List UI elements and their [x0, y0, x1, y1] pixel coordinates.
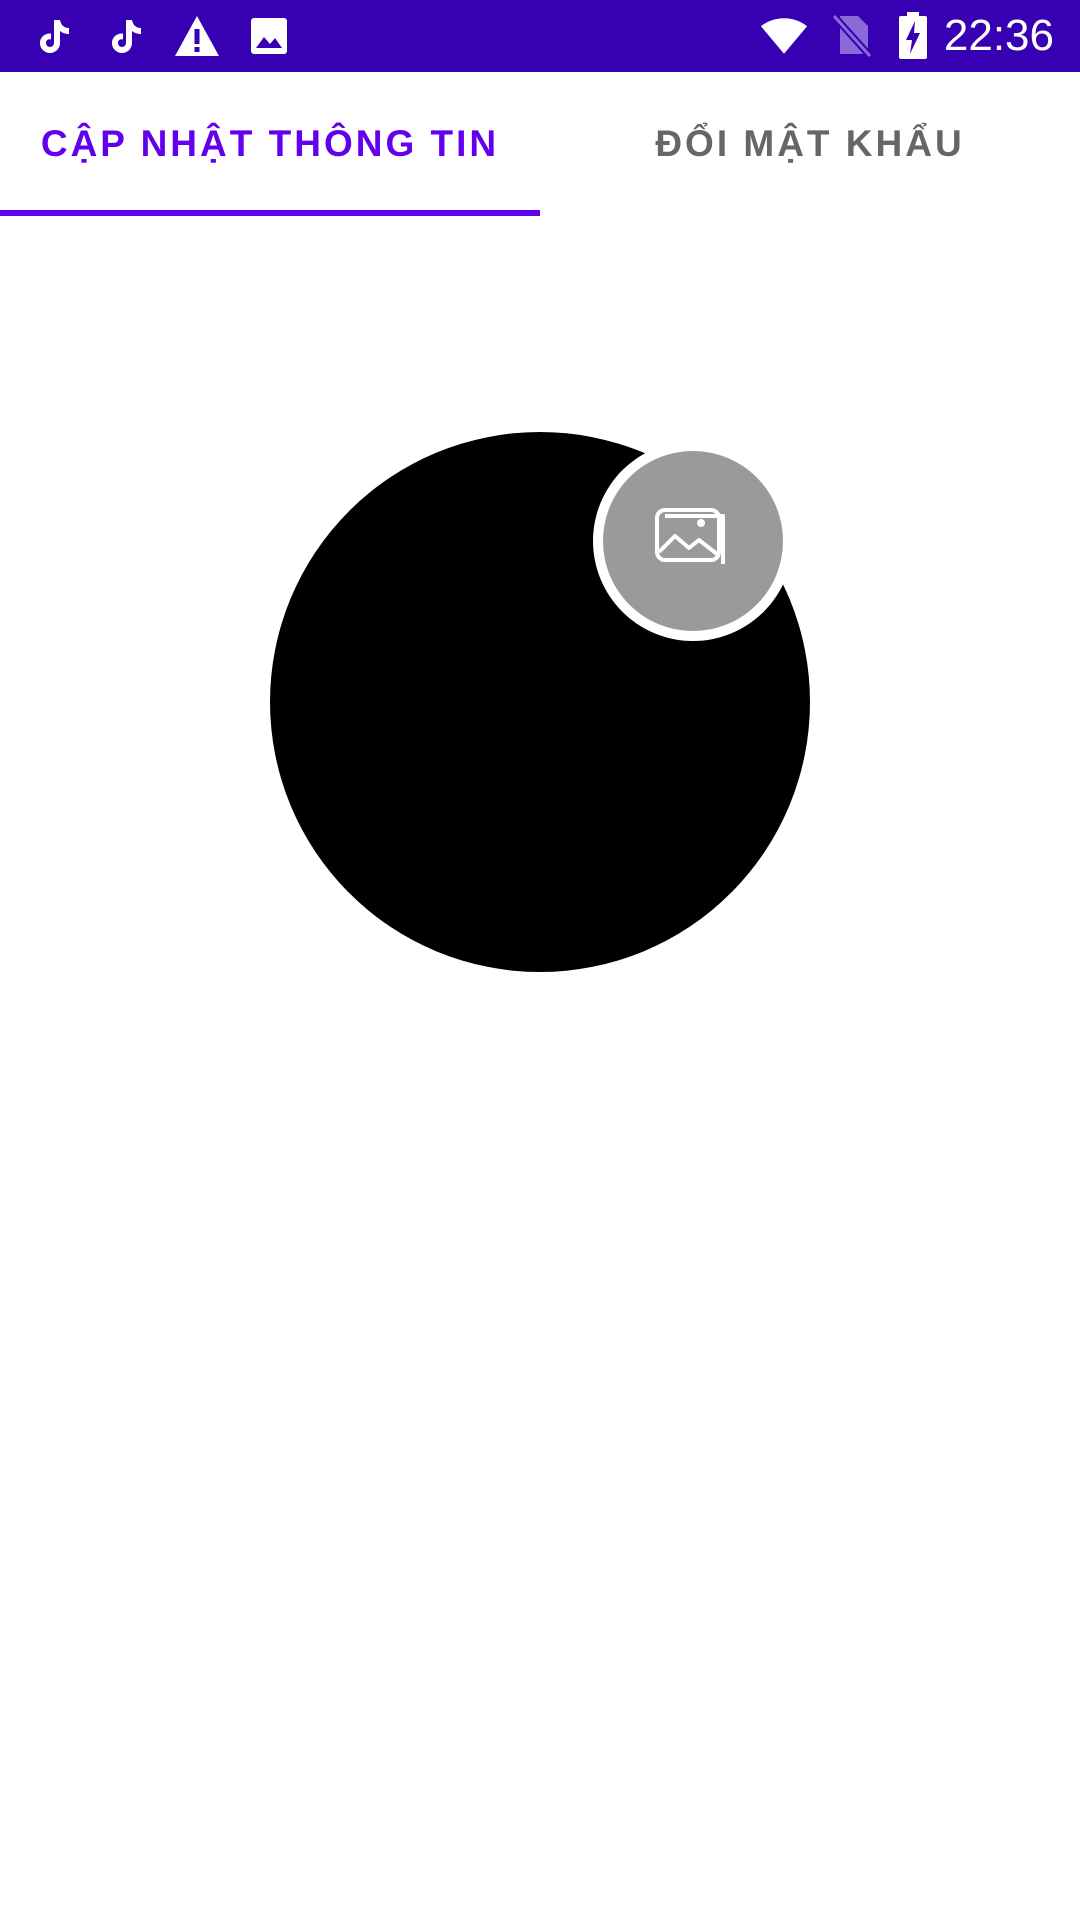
image-icon [245, 12, 293, 60]
gallery-icon [653, 506, 733, 577]
tiktok-icon [29, 12, 77, 60]
tab-indicator [0, 210, 540, 216]
wifi-icon [760, 12, 808, 60]
change-avatar-button[interactable] [593, 441, 793, 641]
image-picker[interactable] [603, 451, 783, 631]
tab-update-info-label: CẬP NHẬT THÔNG TIN [40, 123, 500, 164]
tiktok-icon [101, 12, 149, 60]
tab-change-password[interactable]: ĐỔI MẬT KHẨU [540, 72, 1080, 216]
warning-icon [173, 12, 221, 60]
battery-charging-icon [889, 12, 937, 60]
tab-change-password-label: ĐỔI MẬT KHẨU [655, 123, 965, 164]
status-time: 22:36 [943, 11, 1054, 60]
status-bar: 22:36 [0, 0, 1080, 72]
tab-update-info[interactable]: CẬP NHẬT THÔNG TIN [0, 72, 540, 216]
no-sim-icon [828, 12, 876, 60]
tab-bar: CẬP NHẬT THÔNG TIN ĐỔI MẬT KHẨU [0, 72, 1080, 216]
